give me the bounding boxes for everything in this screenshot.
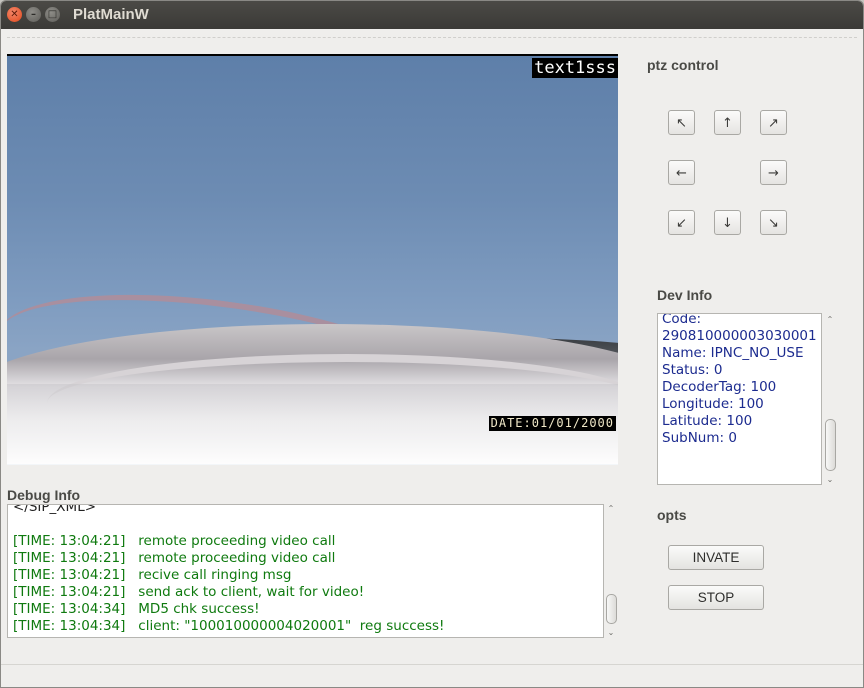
debug-log-line: [TIME: 13:04:21] remote proceeding video… [13,533,336,549]
dev-info-scroll-thumb[interactable] [825,419,836,471]
debug-scrollbar[interactable]: ⌃ ⌄ [605,504,617,638]
arrow-up-left-icon: ↖ [676,116,687,131]
dev-info-line: SubNum: 0 [662,430,737,446]
title-bar: ✕ – □ PlatMainW [1,1,863,29]
arrow-left-icon: ← [676,166,687,181]
dev-info-line: Latitude: 100 [662,413,753,429]
scroll-up-icon[interactable]: ⌃ [605,504,617,514]
dev-info-line: Name: IPNC_NO_USE [662,345,804,361]
debug-log-line: [TIME: 13:04:21] recive call ringing msg [13,567,292,583]
arrow-down-left-icon: ↙ [676,216,687,231]
debug-log-line: [TIME: 13:04:21] send ack to client, wai… [13,584,365,600]
debug-log-lines: </SIP_XML> [TIME: 13:04:21] remote procee… [13,504,445,635]
ptz-right-button[interactable]: → [760,160,787,185]
arrow-down-right-icon: ↘ [768,216,779,231]
ptz-down-button[interactable]: ↓ [714,210,741,235]
scroll-up-icon[interactable]: ⌃ [824,315,836,325]
dev-info-scrollbar[interactable]: ⌃ ⌄ [824,315,836,485]
arrow-up-icon: ↑ [722,116,733,131]
scroll-down-icon[interactable]: ⌄ [824,475,836,485]
top-divider [7,37,857,38]
debug-info-label: Debug Info [7,487,81,503]
video-view: text1sss DATE:01/01/2000 [7,54,618,465]
debug-log-line: </SIP_XML> [13,504,97,515]
maximize-window-button[interactable]: □ [45,7,60,22]
opts-label: opts [657,507,687,523]
stop-button[interactable]: STOP [668,585,764,610]
scroll-down-icon[interactable]: ⌄ [605,628,617,638]
ptz-up-button[interactable]: ↑ [714,110,741,135]
invate-button[interactable]: INVATE [668,545,764,570]
dev-info-lines: Code: 290810000003030001 Name: IPNC_NO_USE… [662,313,817,447]
ptz-down-left-button[interactable]: ↙ [668,210,695,235]
ptz-down-right-button[interactable]: ↘ [760,210,787,235]
debug-log-line: [TIME: 13:04:21] remote proceeding video… [13,550,336,566]
video-osd-text: text1sss [532,58,618,78]
close-window-button[interactable]: ✕ [7,7,22,22]
arrow-up-right-icon: ↗ [768,116,779,131]
debug-log-line [13,516,444,533]
dev-info-line: Code: [662,313,702,327]
ptz-left-button[interactable]: ← [668,160,695,185]
arrow-down-icon: ↓ [722,216,733,231]
dev-info-list[interactable]: Code: 290810000003030001 Name: IPNC_NO_USE… [657,313,822,485]
dev-info-line: Status: 0 [662,362,723,378]
arrow-right-icon: → [768,166,779,181]
window-title: PlatMainW [73,6,149,23]
video-osd-date: DATE:01/01/2000 [488,416,616,431]
debug-log-line: [TIME: 13:04:34] MD5 chk success! [13,601,260,617]
debug-scroll-thumb[interactable] [606,594,617,624]
dev-info-line: DecoderTag: 100 [662,379,777,395]
ptz-control-label: ptz control [647,57,719,73]
main-window: ✕ – □ PlatMainW text1sss DATE:01/01/2000… [0,0,864,688]
minimize-window-button[interactable]: – [26,7,41,22]
status-bar [1,664,863,687]
dev-info-line: 290810000003030001 [662,328,817,344]
debug-log[interactable]: </SIP_XML> [TIME: 13:04:21] remote procee… [7,504,604,638]
debug-log-line: [TIME: 13:04:34] client: "10001000000402… [13,618,445,634]
ptz-up-right-button[interactable]: ↗ [760,110,787,135]
dev-info-label: Dev Info [657,287,713,303]
dev-info-line: Longitude: 100 [662,396,764,412]
ptz-up-left-button[interactable]: ↖ [668,110,695,135]
